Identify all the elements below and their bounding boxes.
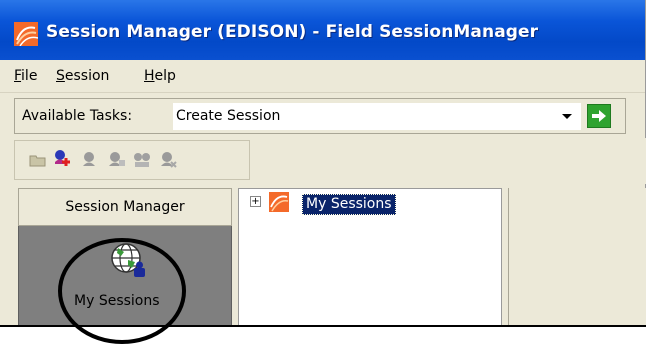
menu-file-mnemonic: F <box>14 68 22 84</box>
available-tasks-value: Create Session <box>176 108 281 124</box>
session-manager-tab[interactable]: Session Manager <box>18 188 232 226</box>
detail-panel <box>508 188 646 326</box>
session-remove-icon[interactable] <box>158 150 178 170</box>
menu-help-mnemonic: H <box>144 68 155 84</box>
menu-help[interactable]: Help <box>144 68 176 84</box>
menu-bar: File Session Help <box>0 62 645 93</box>
go-button[interactable] <box>587 104 611 128</box>
tree-node-my-sessions[interactable]: My Sessions <box>302 194 396 215</box>
session-manager-icon <box>14 22 38 46</box>
menu-session[interactable]: Session <box>56 68 109 84</box>
menu-session-mnemonic: S <box>56 68 65 84</box>
expand-icon[interactable]: + <box>250 196 261 207</box>
chevron-down-icon[interactable] <box>559 108 575 124</box>
menu-file-label: ile <box>21 68 38 84</box>
menu-session-label: ession <box>64 68 110 84</box>
bottom-border <box>0 325 646 327</box>
session-chat-icon[interactable] <box>106 150 126 170</box>
window-title: Session Manager (EDISON) - Field Session… <box>46 22 539 42</box>
new-session-icon[interactable] <box>52 148 72 168</box>
available-tasks-label: Available Tasks: <box>22 108 133 124</box>
sessions-folder-icon <box>269 192 289 212</box>
open-folder-icon[interactable] <box>28 150 48 170</box>
title-bar[interactable]: Session Manager (EDISON) - Field Session… <box>0 0 645 60</box>
session-group-icon[interactable] <box>132 150 152 170</box>
arrow-right-icon <box>592 110 606 122</box>
highlight-circle <box>58 238 186 344</box>
menu-file[interactable]: File <box>14 68 37 84</box>
session-icon[interactable] <box>80 150 100 170</box>
menu-help-label: elp <box>154 68 176 84</box>
